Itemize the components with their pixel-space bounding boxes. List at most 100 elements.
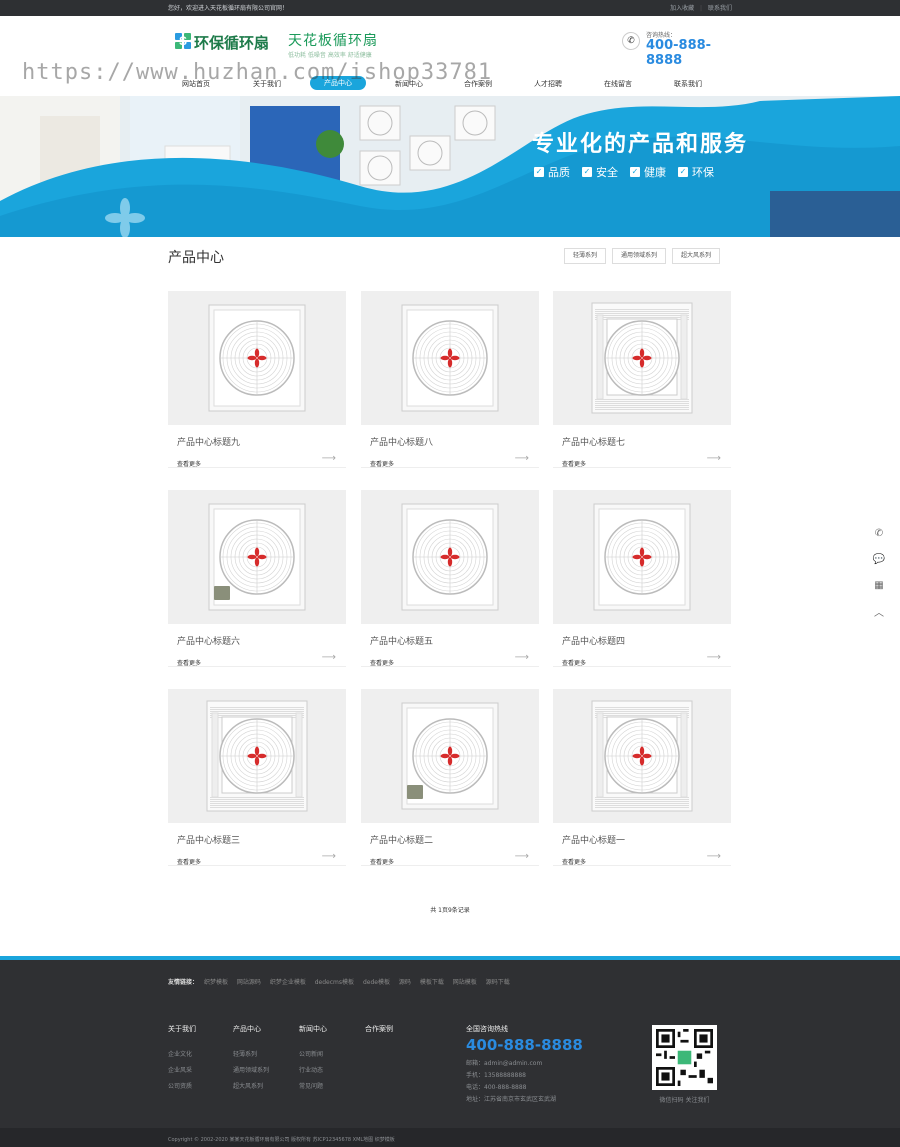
friend-link[interactable]: 源码 — [399, 979, 411, 986]
friend-link[interactable]: dede模板 — [363, 979, 390, 986]
arrow-right-icon[interactable]: ⟶ — [515, 453, 529, 464]
arrow-right-icon[interactable]: ⟶ — [322, 851, 336, 862]
friend-link[interactable]: 网站源码 — [237, 979, 261, 986]
footer-col-title[interactable]: 产品中心 — [233, 1024, 293, 1034]
nav-item-jobs[interactable]: 人才招聘 — [520, 77, 576, 91]
top-divider: | — [700, 5, 703, 12]
friend-link[interactable]: 织梦模板 — [204, 979, 228, 986]
filter-general-series[interactable]: 通用领域系列 — [612, 248, 667, 264]
footer-link[interactable]: 常见问题 — [299, 1081, 359, 1090]
footer-link[interactable]: 公司新闻 — [299, 1049, 359, 1058]
product-image[interactable] — [168, 490, 346, 624]
arrow-right-icon[interactable]: ⟶ — [707, 453, 721, 464]
arrow-right-icon[interactable]: ⟶ — [707, 851, 721, 862]
footer-col-title[interactable]: 关于我们 — [168, 1024, 228, 1034]
product-card[interactable]: 产品中心标题五 查看更多 ⟶ — [361, 490, 539, 670]
banner-tag-quality: ✓ 品质 — [534, 164, 570, 180]
product-name[interactable]: 产品中心标题一 — [562, 833, 625, 846]
product-card[interactable]: 产品中心标题四 查看更多 ⟶ — [553, 490, 731, 670]
product-image[interactable] — [553, 291, 731, 425]
footer-link[interactable]: 企业文化 — [168, 1049, 228, 1058]
category-filters: 轻薄系列 通用领域系列 超大风系列 — [564, 248, 721, 264]
product-image[interactable] — [168, 689, 346, 823]
card-divider — [168, 865, 346, 866]
friend-link[interactable]: 源码下载 — [486, 979, 510, 986]
friend-link[interactable]: 织梦企业模板 — [270, 979, 306, 986]
checkbox-icon: ✓ — [534, 167, 544, 177]
friend-link[interactable]: dedecms模板 — [315, 979, 354, 986]
product-name[interactable]: 产品中心标题四 — [562, 634, 625, 647]
product-name[interactable]: 产品中心标题五 — [370, 634, 433, 647]
product-image[interactable] — [361, 689, 539, 823]
product-name[interactable]: 产品中心标题八 — [370, 435, 433, 448]
product-image[interactable] — [553, 689, 731, 823]
card-divider — [361, 666, 539, 667]
product-image[interactable] — [168, 291, 346, 425]
product-name[interactable]: 产品中心标题二 — [370, 833, 433, 846]
product-card[interactable]: 产品中心标题八 查看更多 ⟶ — [361, 291, 539, 471]
ceiling-fan-image — [591, 700, 693, 812]
footer-link[interactable]: 超大风系列 — [233, 1081, 293, 1090]
checkbox-icon: ✓ — [678, 167, 688, 177]
footer-link[interactable]: 企业风采 — [168, 1065, 228, 1074]
svg-text:S: S — [179, 34, 187, 48]
arrow-right-icon[interactable]: ⟶ — [515, 652, 529, 663]
ceiling-fan-image — [401, 702, 499, 810]
product-name[interactable]: 产品中心标题三 — [177, 833, 240, 846]
qr-code-icon — [656, 1029, 713, 1086]
add-favorite-link[interactable]: 加入收藏 — [670, 5, 694, 12]
banner-title: 专业化的产品和服务 — [532, 132, 749, 157]
friend-links: 友情链接： 织梦模板 网站源码 织梦企业模板 dedecms模板 dede模板 … — [168, 977, 517, 986]
footer-link[interactable]: 通用领域系列 — [233, 1065, 293, 1074]
hotline-number: 400-888-8888 — [646, 38, 712, 68]
watermark-text: https://www.huzhan.com/ishop33781 — [22, 60, 493, 85]
footer-link[interactable]: 轻薄系列 — [233, 1049, 293, 1058]
card-divider — [361, 865, 539, 866]
footer-col-title[interactable]: 新闻中心 — [299, 1024, 359, 1034]
footer-col-title[interactable]: 合作案例 — [365, 1024, 425, 1034]
footer-phone: 电话：400-888-8888 — [466, 1084, 527, 1091]
side-toolbar: ✆ 💬 ▦ ︿ — [868, 520, 890, 624]
product-card[interactable]: 产品中心标题六 查看更多 ⟶ — [168, 490, 346, 670]
chat-icon[interactable]: 💬 — [868, 546, 890, 572]
product-card[interactable]: 产品中心标题三 查看更多 ⟶ — [168, 689, 346, 869]
nav-item-message[interactable]: 在线留言 — [590, 77, 646, 91]
footer-link[interactable]: 行业动态 — [299, 1065, 359, 1074]
contact-us-link[interactable]: 联系我们 — [708, 5, 732, 12]
product-image[interactable] — [361, 291, 539, 425]
arrow-right-icon[interactable]: ⟶ — [515, 851, 529, 862]
product-name[interactable]: 产品中心标题七 — [562, 435, 625, 448]
product-card[interactable]: 产品中心标题七 查看更多 ⟶ — [553, 291, 731, 471]
footer-link[interactable]: 公司资质 — [168, 1081, 228, 1090]
nav-item-contact[interactable]: 联系我们 — [660, 77, 716, 91]
ceiling-fan-image — [591, 302, 693, 414]
filter-large-wind-series[interactable]: 超大风系列 — [672, 248, 721, 264]
product-card[interactable]: 产品中心标题二 查看更多 ⟶ — [361, 689, 539, 869]
product-image[interactable] — [361, 490, 539, 624]
filter-slim-series[interactable]: 轻薄系列 — [564, 248, 607, 264]
product-card[interactable]: 产品中心标题九 查看更多 ⟶ — [168, 291, 346, 471]
arrow-right-icon[interactable]: ⟶ — [322, 453, 336, 464]
friend-link[interactable]: 网站模板 — [453, 979, 477, 986]
qrcode-icon[interactable]: ▦ — [868, 572, 890, 598]
footer-address: 地址：江苏省南京市玄武区玄武湖 — [466, 1096, 557, 1103]
product-image[interactable] — [553, 490, 731, 624]
back-to-top-icon[interactable]: ︿ — [868, 598, 890, 624]
welcome-text: 您好，欢迎进入天花板循环扇有限公司官网！ — [168, 5, 289, 12]
friend-link[interactable]: 模板下载 — [420, 979, 444, 986]
banner-tag-eco: ✓ 环保 — [678, 164, 714, 180]
phone-icon[interactable]: ✆ — [868, 520, 890, 546]
product-card[interactable]: 产品中心标题一 查看更多 ⟶ — [553, 689, 731, 869]
logo-name: 环保循环扇 — [194, 34, 270, 52]
tag-label: 品质 — [548, 166, 570, 179]
arrow-right-icon[interactable]: ⟶ — [322, 652, 336, 663]
card-divider — [553, 467, 731, 468]
footer: 友情链接： 织梦模板 网站源码 织梦企业模板 dedecms模板 dede模板 … — [0, 956, 900, 1147]
product-name[interactable]: 产品中心标题九 — [177, 435, 240, 448]
hero-banner: 专业化的产品和服务 ✓ 品质 ✓ 安全 ✓ 健康 ✓ 环保 — [0, 96, 900, 237]
arrow-right-icon[interactable]: ⟶ — [707, 652, 721, 663]
product-name[interactable]: 产品中心标题六 — [177, 634, 240, 647]
footer-mobile: 手机：13588888888 — [466, 1072, 526, 1079]
friend-links-label: 友情链接： — [168, 979, 199, 986]
logo-mark-icon: S — [175, 33, 191, 49]
